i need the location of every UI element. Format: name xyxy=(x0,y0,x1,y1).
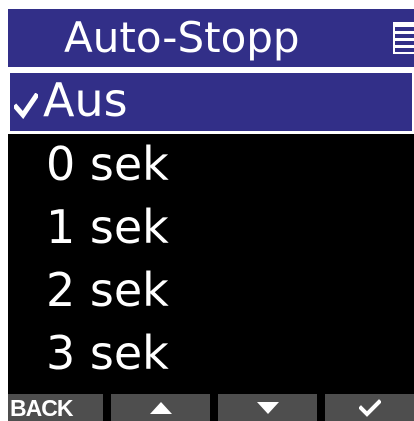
check-icon xyxy=(358,398,381,417)
option-list: Aus 0 sek 1 sek 2 sek 3 sek xyxy=(8,70,414,388)
option-item-2-sek[interactable]: 2 sek xyxy=(8,261,414,323)
down-button[interactable] xyxy=(218,394,317,421)
back-label: BACK xyxy=(10,395,73,421)
option-item-aus[interactable]: Aus xyxy=(8,70,414,134)
option-label: 2 sek xyxy=(46,263,169,317)
up-arrow-icon xyxy=(149,401,172,414)
title-bar: Auto-Stopp xyxy=(8,9,414,67)
option-label: Aus xyxy=(43,73,128,127)
option-label: 3 sek xyxy=(46,326,169,380)
down-arrow-icon xyxy=(256,401,279,414)
softkey-bar: BACK xyxy=(8,394,414,421)
title-divider xyxy=(8,67,414,70)
back-button[interactable]: BACK xyxy=(8,394,103,421)
option-label: 1 sek xyxy=(46,200,169,254)
page-title: Auto-Stopp xyxy=(64,13,300,62)
option-label: 0 sek xyxy=(46,137,169,191)
option-item-1-sek[interactable]: 1 sek xyxy=(8,198,414,260)
option-item-0-sek[interactable]: 0 sek xyxy=(8,135,414,197)
menu-list-icon xyxy=(393,22,414,54)
check-icon xyxy=(14,93,38,119)
confirm-button[interactable] xyxy=(325,394,414,421)
option-item-3-sek[interactable]: 3 sek xyxy=(8,324,414,386)
device-screen: Auto-Stopp Aus 0 sek 1 sek 2 sek 3 sek B… xyxy=(8,9,414,421)
up-button[interactable] xyxy=(111,394,210,421)
